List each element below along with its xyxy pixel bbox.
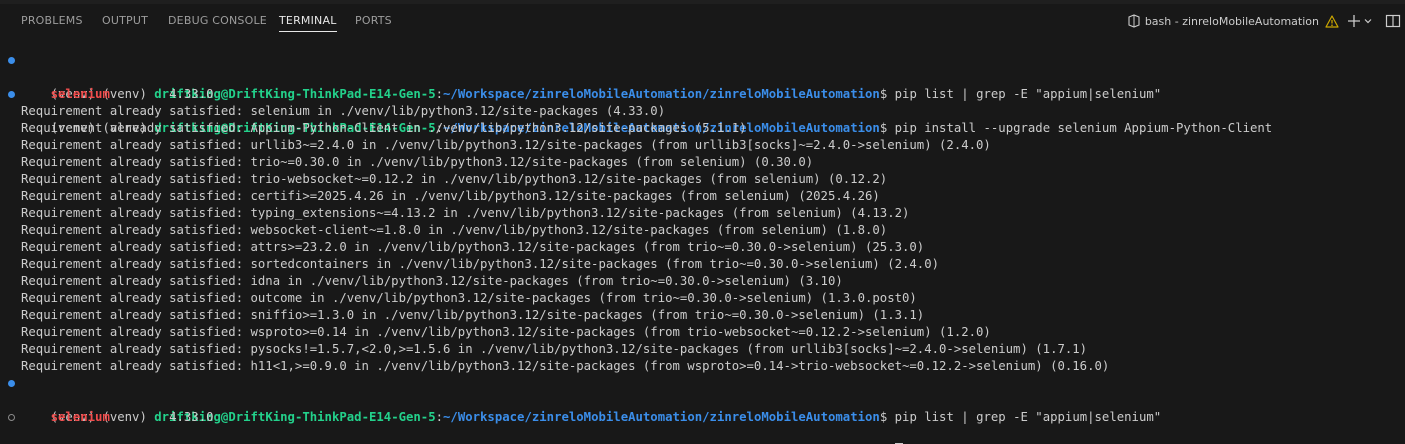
output-line: Requirement already satisfied: selenium … xyxy=(21,104,666,118)
output-line: Requirement already satisfied: urllib3~=… xyxy=(21,138,991,152)
output-line: Requirement already satisfied: certifi>=… xyxy=(21,189,880,203)
command-success-icon[interactable] xyxy=(8,91,15,98)
terminal-actions: bash - zinreloMobileAutomation xyxy=(1127,4,1405,38)
terminal-line: (venv) (venv) driftking@DriftKing-ThinkP… xyxy=(0,86,1405,135)
output-line: Requirement already satisfied: h11<1,>=0… xyxy=(21,359,1110,373)
terminal-name-label: bash - zinreloMobileAutomation xyxy=(1144,14,1319,28)
split-terminal-icon[interactable] xyxy=(1385,14,1401,28)
output-line: Requirement already satisfied: sortedcon… xyxy=(21,257,940,271)
output-line: Requirement already satisfied: wsproto>=… xyxy=(21,325,991,339)
command-success-icon[interactable] xyxy=(8,380,15,387)
output-line: Requirement already satisfied: trio-webs… xyxy=(21,172,888,186)
output-line: Requirement already satisfied: outcome i… xyxy=(21,291,917,305)
tab-ports[interactable]: PORTS xyxy=(355,4,392,38)
output-line: Requirement already satisfied: typing_ex… xyxy=(21,206,910,220)
tab-output[interactable]: OUTPUT xyxy=(102,4,148,38)
terminal-icon xyxy=(1128,14,1140,28)
terminal-line: selenium 4.33.0 xyxy=(0,392,1405,424)
command-pending-icon[interactable] xyxy=(8,414,15,421)
chevron-down-icon[interactable] xyxy=(1363,16,1373,26)
output-line: Requirement already satisfied: websocket… xyxy=(21,223,888,237)
output-line: Requirement already satisfied: attrs>=23… xyxy=(21,240,925,254)
terminal-output[interactable]: (venv) (venv) driftking@DriftKing-ThinkP… xyxy=(0,52,1405,444)
terminal-line: (venv) (venv) driftking@DriftKing-ThinkP… xyxy=(0,52,1405,101)
plus-icon[interactable] xyxy=(1347,14,1361,28)
terminal-line: selenium 4.33.0 xyxy=(0,69,1405,101)
output-line: Requirement already satisfied: pysocks!=… xyxy=(21,342,1088,356)
output-line: Requirement already satisfied: trio~=0.3… xyxy=(21,155,814,169)
warning-icon[interactable] xyxy=(1325,14,1339,28)
terminal-line: (venv) (venv) driftking@DriftKing-ThinkP… xyxy=(0,409,1405,444)
tab-debug-console[interactable]: DEBUG CONSOLE xyxy=(168,4,267,38)
terminal-line: (venv) (venv) driftking@DriftKing-ThinkP… xyxy=(0,375,1405,424)
terminal-instance-selector[interactable]: bash - zinreloMobileAutomation xyxy=(1127,14,1319,28)
command-success-icon[interactable] xyxy=(8,57,15,64)
output-line: Requirement already satisfied: Appium-Py… xyxy=(21,121,747,135)
output-line: Requirement already satisfied: sniffio>=… xyxy=(21,308,925,322)
output-line: Requirement already satisfied: idna in .… xyxy=(21,274,843,288)
tab-problems[interactable]: PROBLEMS xyxy=(21,4,83,38)
tab-terminal[interactable]: TERMINAL xyxy=(279,4,337,38)
